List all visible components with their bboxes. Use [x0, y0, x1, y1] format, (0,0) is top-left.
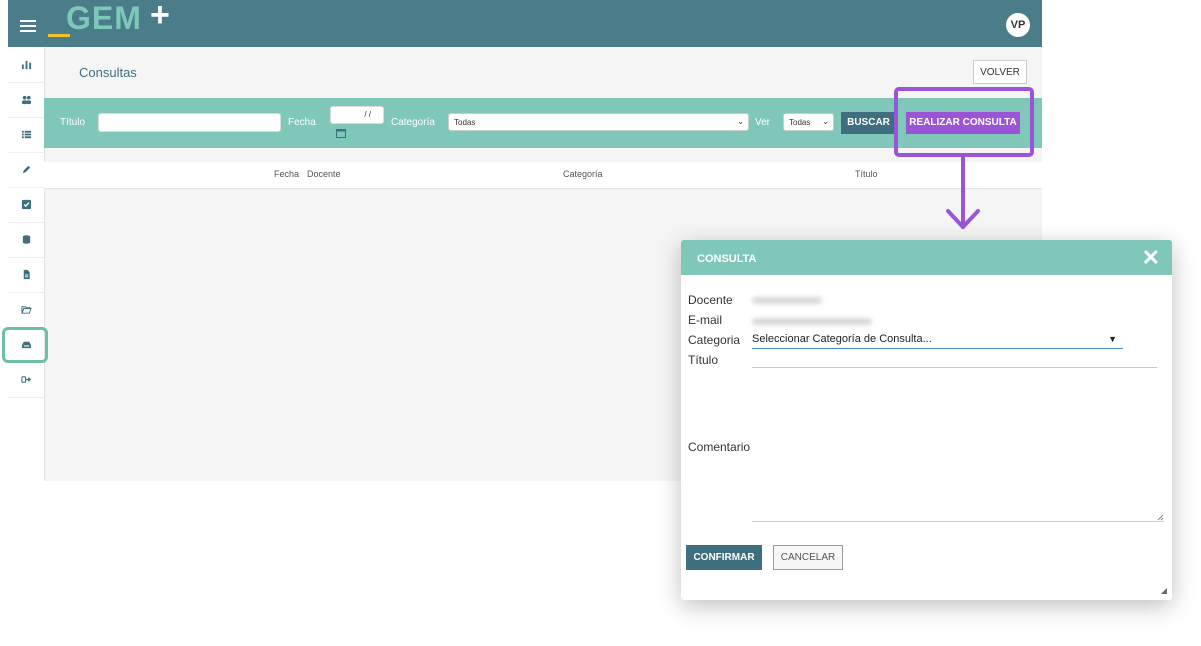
logout-icon: [20, 376, 31, 383]
categoria-label: Categoria: [688, 333, 741, 347]
docente-value-redacted: [752, 297, 822, 304]
page-title: Consultas: [79, 65, 137, 80]
realizar-consulta-highlight: [894, 87, 1034, 157]
docente-label: Docente: [688, 293, 733, 307]
logo-plus: +: [150, 0, 170, 34]
sidebar-item-logout[interactable]: [8, 362, 44, 398]
filter-bar: Título Fecha / / Categoría Todas ⌄ Ver T…: [44, 98, 1042, 148]
sidebar: [2, 47, 48, 481]
sidebar-item-document[interactable]: [8, 257, 44, 293]
pencil-icon: [22, 165, 30, 174]
ver-filter-label: Ver: [755, 117, 771, 128]
volver-button[interactable]: VOLVER: [973, 60, 1027, 84]
dialog-resize-icon[interactable]: ◢: [1161, 586, 1167, 595]
cancelar-button[interactable]: CANCELAR: [773, 545, 843, 570]
sidebar-item-check[interactable]: [8, 187, 44, 223]
sidebar-item-database[interactable]: [8, 222, 44, 258]
ver-filter-select[interactable]: Todas ⌄: [783, 113, 834, 131]
categoria-filter-label: Categoría: [391, 117, 435, 128]
categoria-select[interactable]: Seleccionar Categoría de Consulta... ▼: [752, 333, 1123, 349]
fecha-filter-input[interactable]: / /: [330, 106, 384, 124]
buscar-button[interactable]: BUSCAR: [841, 112, 896, 134]
column-header-fecha[interactable]: Fecha: [274, 169, 299, 179]
logo-text: GEM: [66, 0, 142, 36]
titulo-label: Título: [688, 353, 719, 367]
checkbox-icon: [21, 199, 31, 210]
sidebar-item-folder[interactable]: [8, 292, 44, 328]
titulo-filter-input[interactable]: [98, 113, 281, 132]
categoria-select-value: Seleccionar Categoría de Consulta...: [752, 333, 932, 345]
list-icon: [21, 130, 31, 139]
dialog-header: CONSULTA ✕: [681, 240, 1172, 275]
dashboard-icon: [21, 60, 31, 70]
table-header: Fecha Docente Categoría Título: [44, 162, 1042, 189]
top-bar: GEM + VP: [8, 0, 1042, 47]
sidebar-item-edit[interactable]: [8, 152, 44, 188]
consulta-dialog: CONSULTA ✕ Docente E-mail Categoria Sele…: [681, 240, 1172, 600]
fecha-filter-label: Fecha: [288, 117, 316, 128]
calendar-icon[interactable]: [336, 128, 346, 138]
active-item-highlight: [2, 327, 48, 363]
app-logo: GEM +: [48, 0, 188, 47]
email-label: E-mail: [688, 313, 723, 327]
folder-open-icon: [20, 306, 32, 314]
document-icon: [23, 269, 30, 280]
titulo-filter-label: Título: [60, 117, 86, 128]
avatar[interactable]: VP: [1006, 13, 1030, 37]
textarea-resize-icon[interactable]: [1157, 514, 1164, 521]
column-header-categoria[interactable]: Categoría: [563, 169, 603, 179]
menu-icon[interactable]: [20, 20, 36, 32]
ver-filter-value: Todas: [789, 118, 811, 127]
users-icon: [21, 95, 31, 105]
comentario-label: Comentario: [688, 440, 751, 454]
arrow-down-icon: [946, 154, 980, 229]
categoria-filter-select[interactable]: Todas ⌄: [448, 113, 749, 131]
titulo-input[interactable]: [752, 367, 1157, 368]
comentario-textarea[interactable]: [752, 521, 1164, 522]
email-value-redacted: [752, 318, 872, 325]
close-icon[interactable]: ✕: [1142, 247, 1160, 269]
sidebar-item-list[interactable]: [8, 117, 44, 153]
column-header-docente[interactable]: Docente: [307, 169, 341, 179]
categoria-filter-value: Todas: [454, 118, 476, 127]
sidebar-item-users[interactable]: [8, 82, 44, 118]
chevron-down-icon: ⌄: [822, 117, 829, 126]
database-icon: [22, 235, 30, 244]
column-header-titulo[interactable]: Título: [855, 169, 878, 179]
chevron-down-icon: ⌄: [737, 117, 744, 126]
caret-down-icon: ▼: [1108, 334, 1117, 344]
confirmar-button[interactable]: CONFIRMAR: [686, 545, 762, 570]
dialog-title: CONSULTA: [697, 253, 757, 265]
sidebar-item-dashboard[interactable]: [8, 47, 44, 83]
